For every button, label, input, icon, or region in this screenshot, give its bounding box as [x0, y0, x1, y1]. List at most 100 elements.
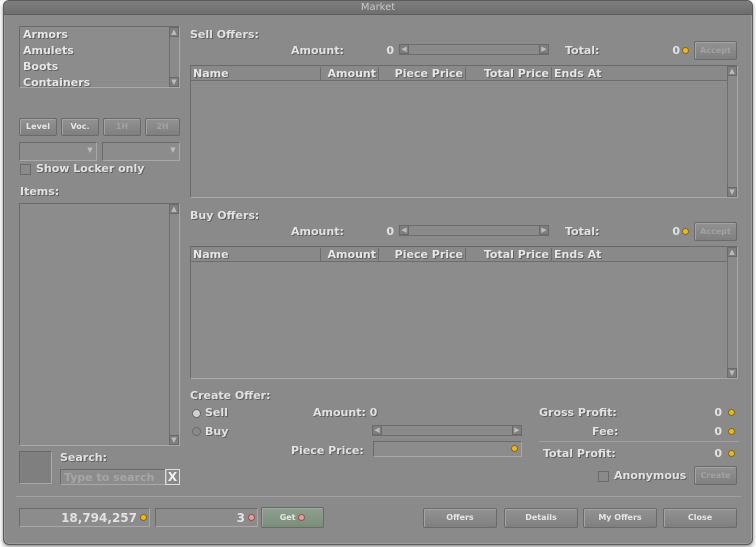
- arrow-right-icon[interactable]: ▶: [512, 425, 522, 435]
- gold-coin-icon: [728, 428, 735, 435]
- arrow-left-icon[interactable]: ◀: [399, 44, 409, 54]
- filter-dropdown-2[interactable]: ▼: [102, 142, 180, 161]
- sell-accept-button[interactable]: Accept: [694, 41, 737, 60]
- get-coins-label: Get: [279, 513, 296, 522]
- chevron-down-icon: ▼: [87, 146, 93, 154]
- clear-search-icon[interactable]: X: [165, 469, 180, 485]
- piece-price-input[interactable]: [373, 441, 522, 457]
- gold-coin-icon: [511, 445, 518, 452]
- arrow-right-icon[interactable]: ▶: [539, 225, 549, 235]
- profit-divider: [539, 441, 739, 442]
- column-piece-price[interactable]: Piece Price: [379, 248, 466, 261]
- fee-label: Fee:: [592, 425, 619, 438]
- category-scrollbar[interactable]: ▲ ▼: [169, 27, 179, 87]
- gold-coin-icon: [682, 47, 689, 54]
- show-locker-only-label: Show Locker only: [36, 162, 145, 175]
- sell-offers-header: Name Amount Piece Price Total Price Ends…: [191, 66, 737, 81]
- get-coins-button[interactable]: Get: [261, 507, 324, 528]
- anonymous-checkbox[interactable]: [598, 471, 609, 482]
- scroll-up-icon[interactable]: ▲: [169, 204, 179, 214]
- scroll-up-icon[interactable]: ▲: [727, 247, 737, 257]
- gold-coin-icon: [728, 450, 735, 457]
- gold-coin-icon: [728, 409, 735, 416]
- buy-amount-value: 0: [386, 225, 394, 238]
- items-list[interactable]: ▲ ▼: [19, 203, 180, 446]
- create-amount-label: Amount: 0: [313, 406, 378, 419]
- level-filter-button[interactable]: Level: [19, 118, 57, 136]
- column-ends-at[interactable]: Ends At: [552, 67, 727, 80]
- buy-radio[interactable]: [192, 427, 201, 436]
- details-button[interactable]: Details: [504, 508, 578, 528]
- scroll-down-icon[interactable]: ▼: [169, 77, 179, 87]
- sell-total-value: 0: [672, 44, 680, 57]
- category-list[interactable]: Armors Amulets Boots Containers ▲ ▼: [19, 26, 180, 88]
- chevron-down-icon: ▼: [170, 146, 176, 154]
- sell-offers-scrollbar[interactable]: ▲ ▼: [727, 66, 737, 197]
- column-name[interactable]: Name: [191, 67, 321, 80]
- anonymous-label: Anonymous: [614, 469, 687, 482]
- buy-amount-slider[interactable]: ◀ ▶: [399, 225, 549, 236]
- sell-amount-value: 0: [386, 44, 394, 57]
- create-amount-slider[interactable]: ◀ ▶: [372, 425, 522, 436]
- category-item-boots[interactable]: Boots: [20, 59, 179, 75]
- items-label: Items:: [20, 185, 60, 198]
- gold-balance-display: 18,794,257: [19, 508, 150, 527]
- fee-value: 0: [714, 425, 722, 438]
- items-scrollbar[interactable]: ▲ ▼: [169, 204, 179, 445]
- column-total-price[interactable]: Total Price: [466, 67, 552, 80]
- market-window: Market Armors Amulets Boots Containers ▲…: [3, 0, 753, 545]
- sell-radio-label: Sell: [205, 406, 228, 419]
- offers-button[interactable]: Offers: [423, 508, 497, 528]
- category-item-amulets[interactable]: Amulets: [20, 43, 179, 59]
- gross-profit-value: 0: [714, 406, 722, 419]
- buy-offers-scrollbar[interactable]: ▲ ▼: [727, 247, 737, 378]
- gross-profit-label: Gross Profit:: [539, 406, 617, 419]
- create-offer-button[interactable]: Create: [694, 466, 737, 485]
- two-hand-filter-button[interactable]: 2H: [145, 118, 180, 136]
- sell-total-label: Total:: [565, 44, 600, 57]
- filter-dropdown-1[interactable]: ▼: [19, 142, 97, 161]
- window-title: Market: [4, 1, 752, 15]
- search-label: Search:: [60, 451, 107, 464]
- scroll-up-icon[interactable]: ▲: [727, 66, 737, 76]
- buy-offers-table: Name Amount Piece Price Total Price Ends…: [190, 246, 738, 379]
- close-button[interactable]: Close: [663, 508, 737, 528]
- column-total-price[interactable]: Total Price: [466, 248, 552, 261]
- arrow-left-icon[interactable]: ◀: [372, 425, 382, 435]
- sell-offers-title: Sell Offers:: [190, 28, 259, 41]
- scroll-down-icon[interactable]: ▼: [727, 368, 737, 378]
- buy-accept-button[interactable]: Accept: [694, 222, 737, 241]
- gold-coin-icon: [682, 228, 689, 235]
- scroll-down-icon[interactable]: ▼: [727, 187, 737, 197]
- column-ends-at[interactable]: Ends At: [552, 248, 727, 261]
- coins-balance-value: 3: [236, 511, 245, 525]
- category-item-containers[interactable]: Containers: [20, 75, 179, 87]
- tibia-coin-icon: [298, 514, 306, 521]
- my-offers-button[interactable]: My Offers: [583, 508, 657, 528]
- vocation-filter-button[interactable]: Voc.: [61, 118, 99, 136]
- tibia-coin-icon: [248, 514, 255, 521]
- item-preview-slot: [19, 451, 52, 484]
- column-piece-price[interactable]: Piece Price: [379, 67, 466, 80]
- search-input[interactable]: Type to search: [60, 469, 167, 485]
- search-placeholder: Type to search: [64, 471, 155, 484]
- gold-balance-value: 18,794,257: [61, 511, 137, 525]
- scroll-up-icon[interactable]: ▲: [169, 27, 179, 37]
- category-item-armors[interactable]: Armors: [20, 27, 179, 43]
- sell-amount-slider[interactable]: ◀ ▶: [399, 44, 549, 55]
- sell-amount-label: Amount:: [291, 44, 344, 57]
- buy-amount-label: Amount:: [291, 225, 344, 238]
- arrow-right-icon[interactable]: ▶: [539, 44, 549, 54]
- scroll-down-icon[interactable]: ▼: [169, 435, 179, 445]
- column-amount[interactable]: Amount: [321, 67, 379, 80]
- one-hand-filter-button[interactable]: 1H: [103, 118, 141, 136]
- show-locker-only-checkbox[interactable]: [20, 164, 31, 175]
- sell-radio[interactable]: [192, 409, 201, 418]
- column-name[interactable]: Name: [191, 248, 321, 261]
- buy-offers-title: Buy Offers:: [190, 209, 260, 222]
- buy-total-value: 0: [672, 225, 680, 238]
- column-amount[interactable]: Amount: [321, 248, 379, 261]
- create-offer-title: Create Offer:: [190, 389, 271, 402]
- buy-radio-label: Buy: [205, 425, 229, 438]
- arrow-left-icon[interactable]: ◀: [399, 225, 409, 235]
